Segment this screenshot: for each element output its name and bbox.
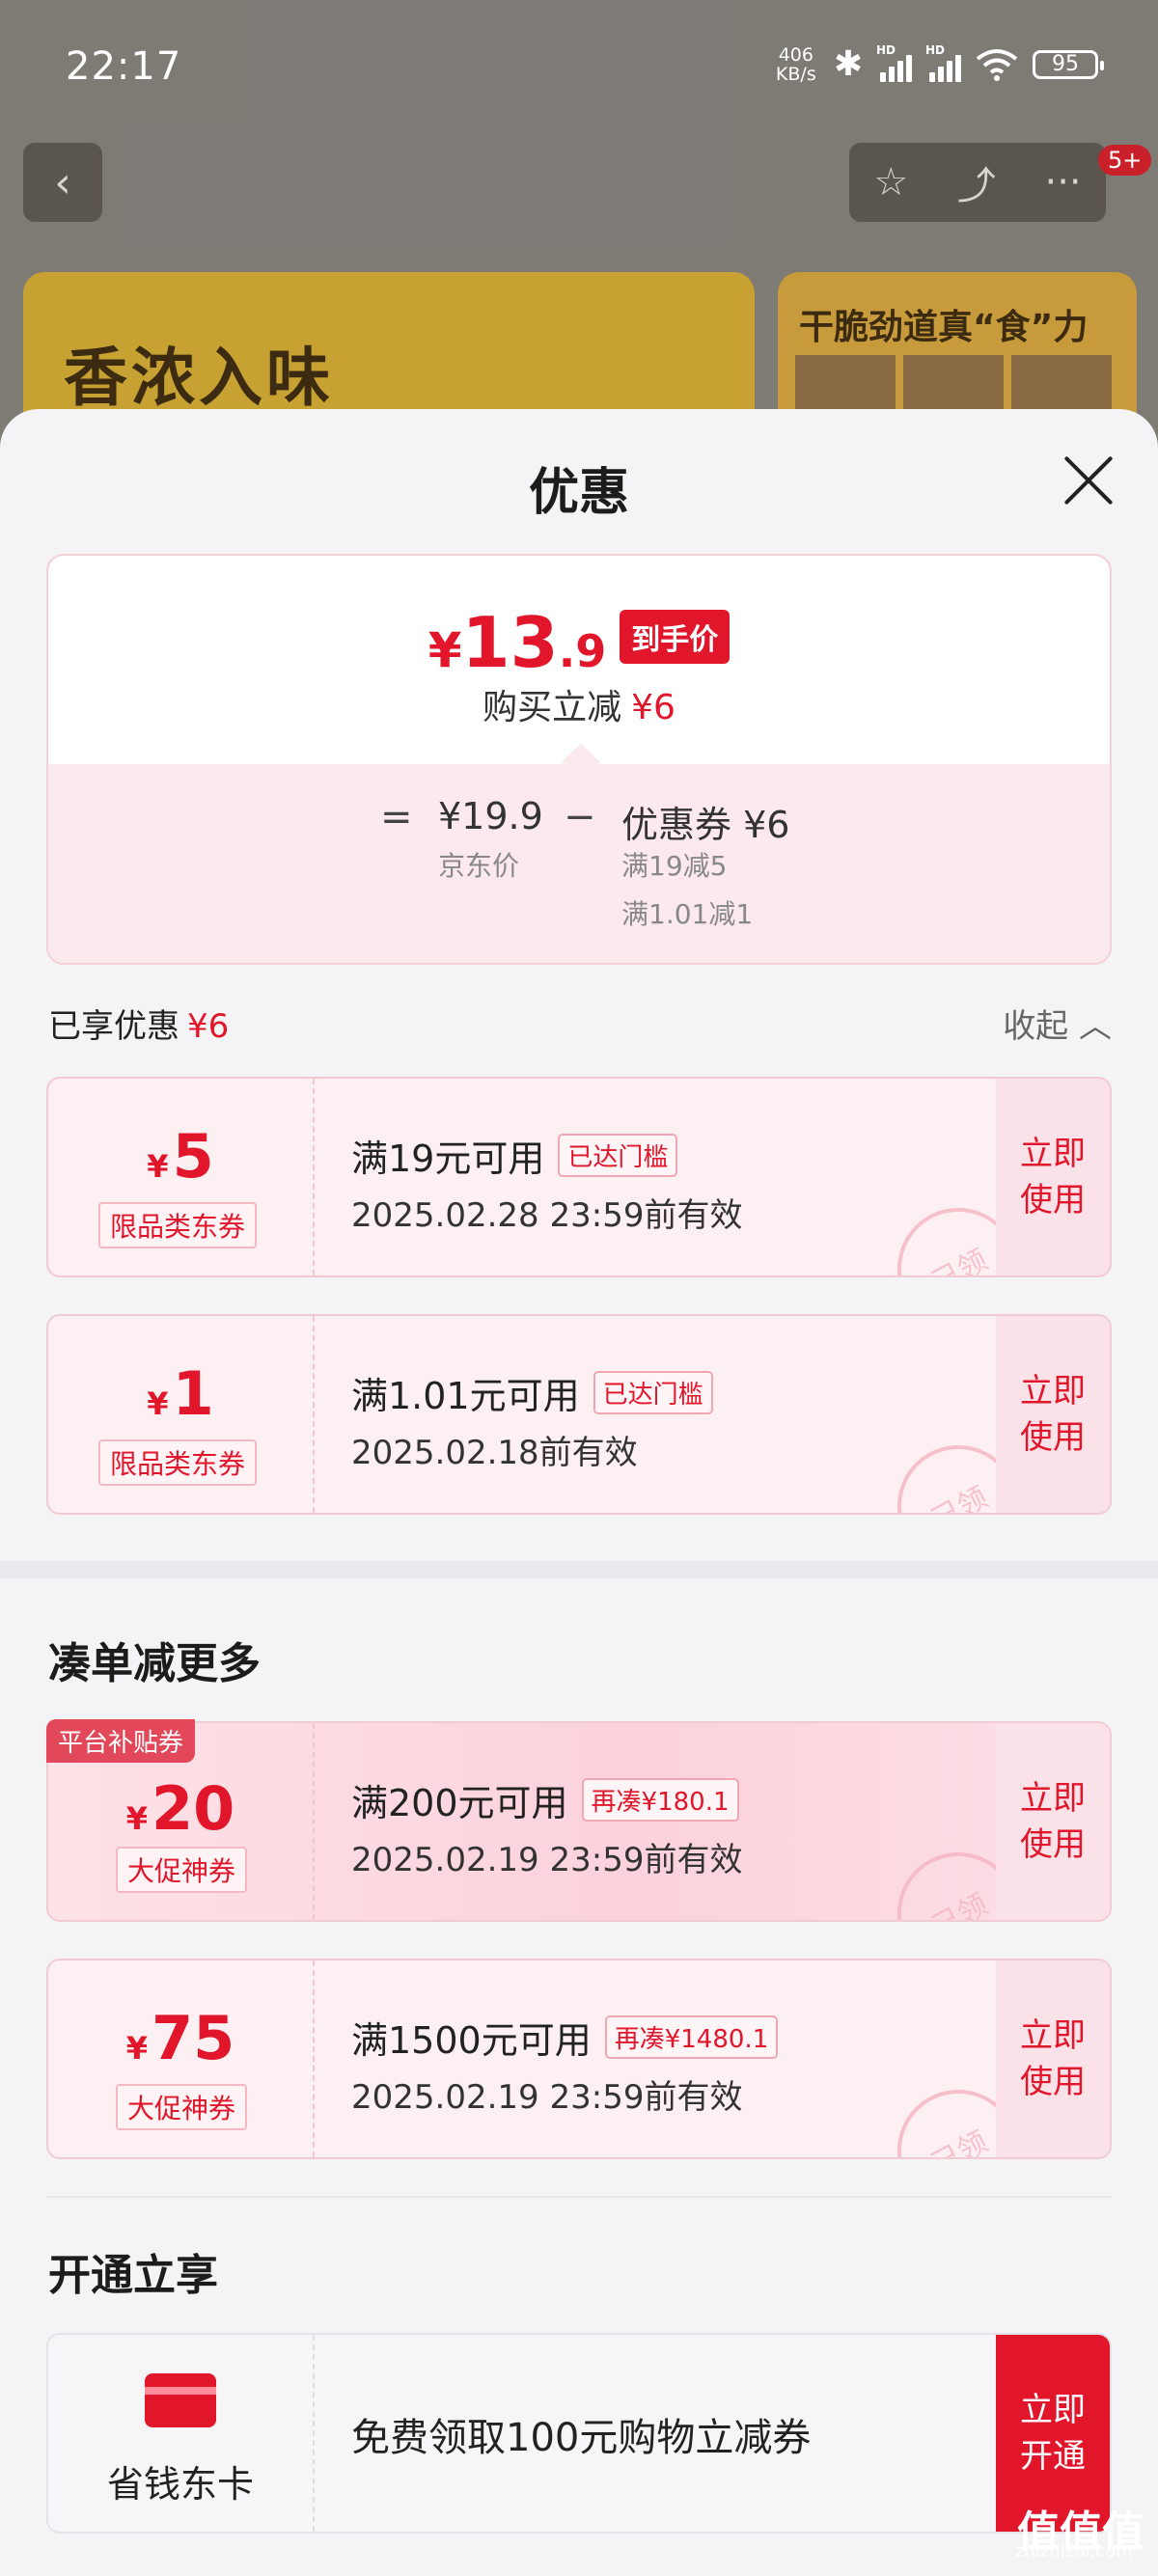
threshold-badge: 已达门槛	[558, 1134, 678, 1177]
section-divider	[0, 1561, 1158, 1578]
add-more-badge: 再凑¥180.1	[581, 1778, 739, 1822]
platform-subsidy-tag: 平台补贴券	[46, 1719, 196, 1763]
reduce-line: 购买立减 ¥6	[482, 688, 676, 727]
clock: 22:17	[66, 44, 182, 89]
divider	[46, 2196, 1112, 2198]
use-coupon-button[interactable]: 立即 使用	[996, 1316, 1110, 1513]
use-coupon-button[interactable]: 立即 使用	[996, 1079, 1110, 1275]
back-button[interactable]: ‹	[23, 143, 102, 222]
coupon-card: ¥1 限品类东券 满1.01元可用 已达门槛 2025.02.18前有效 已领 立…	[46, 1314, 1112, 1515]
jd-price-label: 京东价	[438, 850, 520, 882]
action-group: ☆ ⤴ ···	[849, 143, 1106, 222]
bluetooth-icon: ✱	[833, 44, 863, 84]
message-badge: 5+	[1098, 145, 1152, 176]
coupon-type: 大促神券	[116, 1847, 248, 1893]
discount-sheet: 优惠 ¥ 13 .9 到手价 购买立减 ¥6 = ¥19.9 京东价 − 优惠券 …	[0, 409, 1158, 2576]
coupon-type: 大促神券	[116, 2084, 248, 2130]
signal-icon: HD	[876, 43, 912, 82]
use-coupon-button[interactable]: 立即 使用	[996, 1723, 1110, 1920]
banner-title-secondary: 干脆劲道真“食”力	[799, 308, 1089, 347]
more-discount-title: 凑单减更多	[48, 1639, 261, 1688]
collapse-button[interactable]: 收起 ︿	[1003, 1000, 1112, 1047]
watermark-url: zhizhizhi.com	[1015, 2541, 1133, 2562]
favorite-icon[interactable]: ☆	[873, 160, 908, 205]
membership-card: 省钱东卡 免费领取100元购物立减券 立即 开通	[46, 2333, 1112, 2534]
use-coupon-button[interactable]: 立即 使用	[996, 1960, 1110, 2157]
add-more-badge: 再凑¥1480.1	[604, 2015, 779, 2059]
price-summary: ¥ 13 .9 到手价 购买立减 ¥6 = ¥19.9 京东价 − 优惠券 ¥6 …	[46, 554, 1112, 965]
open-benefit-title: 开通立享	[48, 2251, 218, 2300]
coupon-detail: 满19减5	[621, 850, 728, 882]
threshold-badge: 已达门槛	[593, 1371, 713, 1414]
jd-price: ¥19.9	[438, 795, 543, 837]
signal-icon-2: HD	[925, 43, 961, 82]
coupon-card: ¥5 限品类东券 满19元可用 已达门槛 2025.02.28 23:59前有效 …	[46, 1077, 1112, 1277]
enjoyed-discount: 已享优惠 ¥6	[48, 1007, 230, 1046]
coupon-validity: 2025.02.19 23:59前有效	[351, 2078, 743, 2117]
final-price: ¥ 13 .9 到手价	[48, 602, 1110, 683]
more-icon[interactable]: ···	[1045, 160, 1082, 205]
status-bar: 22:17 406 KB/s ✱ HD HD 95	[0, 0, 1158, 135]
coupon-card: ¥75 大促神券 满1500元可用 再凑¥1480.1 2025.02.19 23…	[46, 1959, 1112, 2159]
coupon-detail: 满1.01减1	[621, 898, 754, 930]
card-name: 省钱东卡	[106, 2463, 254, 2506]
coupon-validity: 2025.02.18前有效	[351, 1434, 638, 1472]
coupon-card: ¥20 大促神券 满200元可用 再凑¥180.1 2025.02.19 23:5…	[46, 1721, 1112, 1922]
final-price-tag: 到手价	[620, 610, 731, 664]
sheet-title: 优惠	[528, 464, 629, 522]
equals-sign: =	[380, 795, 413, 839]
banner-title: 香浓入味	[64, 341, 334, 415]
wifi-icon	[976, 48, 1018, 81]
share-icon[interactable]: ⤴	[957, 154, 996, 210]
card-icon	[145, 2373, 216, 2427]
network-speed: 406 KB/s	[775, 43, 816, 85]
coupon-type: 限品类东券	[98, 1439, 258, 1486]
card-description: 免费领取100元购物立减券	[351, 2416, 812, 2460]
minus-sign: −	[564, 795, 596, 839]
coupon-total: 优惠券 ¥6	[621, 804, 790, 846]
battery-icon: 95	[1033, 49, 1104, 79]
coupon-validity: 2025.02.28 23:59前有效	[351, 1196, 743, 1235]
close-icon[interactable]	[1060, 452, 1117, 509]
coupon-type: 限品类东券	[98, 1202, 258, 1248]
coupon-validity: 2025.02.19 23:59前有效	[351, 1841, 743, 1879]
